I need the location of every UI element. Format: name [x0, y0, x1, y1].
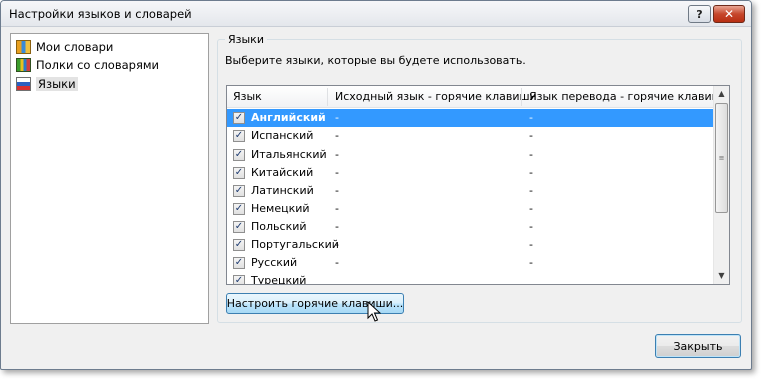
languages-description: Выберите языки, которые вы будете исполь… — [225, 54, 526, 67]
column-header-language[interactable]: Язык — [227, 86, 262, 108]
dictionary-icon — [16, 40, 31, 54]
source-hotkey: - — [335, 111, 339, 124]
language-name: Турецкий — [251, 274, 307, 285]
target-hotkey: - — [529, 220, 533, 233]
source-hotkey: - — [335, 238, 339, 251]
source-hotkey: - — [335, 256, 339, 269]
title-bar[interactable]: Настройки языков и словарей ? ✕ — [1, 1, 751, 27]
source-hotkey: - — [335, 166, 339, 179]
language-checkbox[interactable]: ✓ — [233, 149, 245, 161]
language-row[interactable]: ✓ Китайский - - — [227, 164, 714, 182]
language-name: Немецкий — [251, 202, 310, 215]
scroll-down-arrow-icon[interactable]: ▼ — [714, 268, 729, 284]
settings-dialog: Настройки языков и словарей ? ✕ Мои слов… — [0, 0, 752, 370]
language-checkbox[interactable]: ✓ — [233, 275, 245, 284]
nav-item-label: Полки со словарями — [36, 58, 160, 72]
source-hotkey: - — [335, 148, 339, 161]
window-title: Настройки языков и словарей — [9, 7, 192, 21]
language-checkbox[interactable]: ✓ — [233, 239, 245, 251]
window-close-button[interactable]: ✕ — [713, 5, 745, 23]
language-row[interactable]: ✓ Итальянский - - — [227, 146, 714, 164]
target-hotkey: - — [529, 238, 533, 251]
target-hotkey: - — [529, 148, 533, 161]
source-hotkey: - — [335, 129, 339, 142]
language-name: Португальский — [251, 238, 339, 251]
language-row[interactable]: ✓ Турецкий — [227, 272, 714, 285]
list-header: Язык Исходный язык - горячие клавиши Язы… — [227, 86, 729, 108]
source-hotkey: - — [335, 220, 339, 233]
language-row[interactable]: ✓ Русский - - — [227, 254, 714, 272]
source-hotkey: - — [335, 202, 339, 215]
language-row[interactable]: ✓ Испанский - - — [227, 127, 714, 145]
nav-item-label: Мои словари — [36, 40, 114, 54]
nav-item-languages[interactable]: Языки — [16, 75, 78, 93]
language-row[interactable]: ✓ Латинский - - — [227, 182, 714, 200]
close-icon: ✕ — [723, 7, 735, 21]
language-checkbox[interactable]: ✓ — [233, 112, 245, 124]
language-checkbox[interactable]: ✓ — [233, 257, 245, 269]
language-name: Русский — [251, 256, 298, 269]
column-separator[interactable] — [327, 88, 328, 106]
language-name: Китайский — [251, 166, 314, 179]
language-name: Испанский — [251, 129, 314, 142]
language-name: Английский — [251, 111, 326, 124]
target-hotkey: - — [529, 129, 533, 142]
target-hotkey: - — [529, 256, 533, 269]
languages-list[interactable]: Язык Исходный язык - горячие клавиши Язы… — [226, 85, 730, 285]
help-button[interactable]: ? — [688, 5, 711, 23]
close-dialog-button[interactable]: Закрыть — [655, 334, 741, 358]
target-hotkey: - — [529, 202, 533, 215]
languages-group-legend: Языки — [225, 33, 267, 46]
nav-item-label: Языки — [36, 77, 78, 91]
column-separator[interactable] — [521, 88, 522, 106]
language-name: Итальянский — [251, 148, 327, 161]
language-checkbox[interactable]: ✓ — [233, 221, 245, 233]
language-flag-icon — [16, 77, 31, 91]
scrollbar-thumb[interactable]: ≡ — [715, 103, 728, 213]
help-icon: ? — [696, 7, 703, 21]
mouse-cursor-icon — [367, 301, 381, 322]
language-name: Латинский — [251, 184, 314, 197]
scroll-up-arrow-icon[interactable]: ▲ — [714, 86, 729, 102]
language-checkbox[interactable]: ✓ — [233, 203, 245, 215]
nav-item-dictionary-shelves[interactable]: Полки со словарями — [16, 56, 159, 74]
column-header-source-hotkeys[interactable]: Исходный язык - горячие клавиши — [329, 86, 537, 108]
settings-nav-panel: Мои словари Полки со словарями Языки — [10, 33, 209, 324]
list-vertical-scrollbar[interactable]: ▲ ≡ ▼ — [713, 86, 729, 284]
nav-item-my-dictionaries[interactable]: Мои словари — [16, 38, 113, 56]
grip-icon: ≡ — [718, 154, 725, 162]
language-row[interactable]: ✓ Английский - - — [227, 109, 714, 127]
language-checkbox[interactable]: ✓ — [233, 167, 245, 179]
language-row[interactable]: ✓ Польский - - — [227, 218, 714, 236]
language-checkbox[interactable]: ✓ — [233, 185, 245, 197]
target-hotkey: - — [529, 166, 533, 179]
source-hotkey: - — [335, 184, 339, 197]
language-row[interactable]: ✓ Немецкий - - — [227, 200, 714, 218]
column-header-target-hotkeys[interactable]: Язык перевода - горячие клавиши — [523, 86, 729, 108]
bookshelf-icon — [16, 58, 31, 72]
language-name: Польский — [251, 220, 307, 233]
language-checkbox[interactable]: ✓ — [233, 130, 245, 142]
target-hotkey: - — [529, 111, 533, 124]
language-row[interactable]: ✓ Португальский - - — [227, 236, 714, 254]
target-hotkey: - — [529, 184, 533, 197]
